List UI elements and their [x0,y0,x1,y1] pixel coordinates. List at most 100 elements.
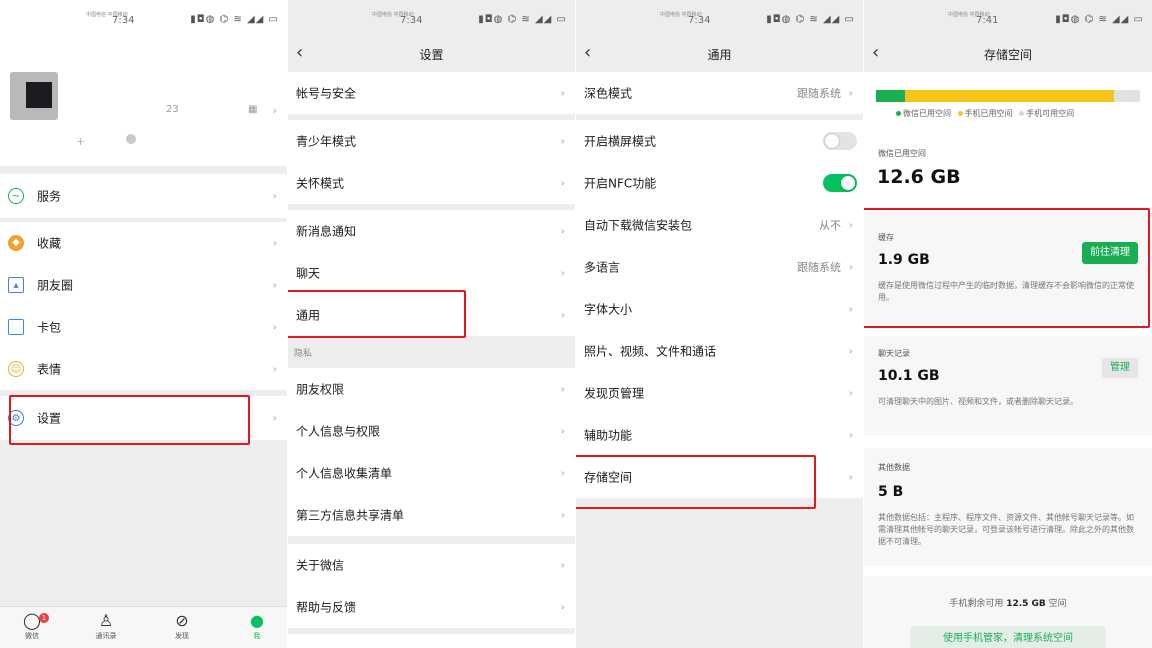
general-item-landscape[interactable]: 开启横屏模式 [576,120,863,162]
highlight-storage [576,455,816,509]
page-title: 存储空间 [983,48,1032,62]
menu-item-cards[interactable]: 卡包 › [0,306,287,348]
general-item-font-size[interactable]: 字体大小 › [576,288,863,330]
menu-item-stickers[interactable]: ☺ 表情 › [0,348,287,390]
status-bar: 中国电信 中国移动 7:41 ▮◘◍ ⌬ ≋ ◢◢ ▭ [864,0,1152,40]
general-item-dark-mode[interactable]: 深色模式 跟随系统 › [576,72,863,114]
general-item-media[interactable]: 照片、视频、文件和通话 › [576,330,863,372]
general-item-discover-manage[interactable]: 发现页管理 › [576,372,863,414]
qr-code-icon[interactable]: ▦ [248,104,257,115]
moments-icon: ▴ [8,277,24,293]
chevron-right-icon: › [560,308,565,322]
chat-icon: ◯ [23,611,41,630]
tab-chats[interactable]: ◯ 1 微信 [7,611,57,641]
landscape-toggle[interactable] [823,132,857,150]
wechat-used-label: 微信已用空间 [878,149,926,158]
storage-legend: 微信已用空间 手机已用空间 手机可用空间 [892,108,1074,119]
chevron-right-icon: › [272,278,277,292]
service-icon: ~ [8,188,24,204]
chevron-right-icon: › [272,320,277,334]
contacts-icon: ♙ [98,611,114,630]
settings-item-label: 朋友权限 [296,382,345,397]
general-item-value: 跟随系统 [797,261,841,274]
chevron-right-icon: › [560,134,565,148]
storage-summary: 微信已用空间 手机已用空间 手机可用空间 微信已用空间 12.6 GB [864,72,1152,200]
settings-item-personal-info[interactable]: 个人信息与权限 › [288,410,575,452]
chevron-right-icon: › [848,218,853,232]
menu-item-service[interactable]: ~ 服务 › [0,174,287,218]
general-item-label: 自动下载微信安装包 [584,218,693,233]
general-item-language[interactable]: 多语言 跟随系统 › [576,246,863,288]
status-icons: ▮◘◍ ⌬ ≋ ◢◢ ▭ [478,14,567,25]
add-status-button[interactable]: ＋ [76,135,85,148]
manage-chat-history-button[interactable]: 管理 [1102,358,1138,378]
clean-system-space-button[interactable]: 使用手机管家，清理系统空间 [910,626,1106,648]
settings-item-third-party-sharing[interactable]: 第三方信息共享清单 › [288,494,575,536]
tab-contacts[interactable]: ♙ 通讯录 [81,611,131,641]
nav-bar: ‹ 设置 [288,40,575,72]
chevron-right-icon: › [560,176,565,190]
page-title: 设置 [419,48,444,62]
unread-badge: 1 [39,613,49,623]
favorites-icon: ◆ [8,235,24,251]
menu-item-label: 服务 [37,189,62,204]
settings-item-chat[interactable]: 聊天 › [288,252,575,294]
settings-item-notifications[interactable]: 新消息通知 › [288,210,575,252]
general-item-value: 跟随系统 [797,87,841,100]
avatar[interactable] [10,72,58,120]
tab-me[interactable]: ● 我 [232,611,282,641]
profile-header[interactable]: 中国电信 中国移动 7:34 ▮◘◍ ⌬ ≋ ◢◢ ▭ 23 ▦ › ＋ [0,0,287,166]
wechat-used-size: 12.6 GB [877,166,961,188]
chevron-right-icon: › [560,382,565,396]
status-time: 7:34 [688,15,711,26]
settings-item-friend-permissions[interactable]: 朋友权限 › [288,368,575,410]
tab-discover[interactable]: ⊘ 发现 [157,611,207,641]
settings-item-label: 个人信息与权限 [296,424,381,439]
status-icons: ▮◘◍ ⌬ ≋ ◢◢ ▭ [190,14,279,25]
settings-item-info-collection[interactable]: 个人信息收集清单 › [288,452,575,494]
general-screen: 中国电信 中国移动 7:34 ▮◘◍ ⌬ ≋ ◢◢ ▭ ‹ 通用 深色模式 跟随… [576,0,863,648]
settings-screen: 中国电信 中国移动 7:34 ▮◘◍ ⌬ ≋ ◢◢ ▭ ‹ 设置 帐号与安全 ›… [288,0,575,648]
settings-item-label: 聊天 [296,266,321,281]
settings-item-label: 个人信息收集清单 [296,466,393,481]
chevron-right-icon: › [848,260,853,274]
highlight-settings [9,395,250,445]
settings-item-partial [288,634,575,648]
status-icons: ▮◘◍ ⌬ ≋ ◢◢ ▭ [766,14,855,25]
general-item-nfc[interactable]: 开启NFC功能 [576,162,863,204]
general-item-value: 从不 [819,219,841,232]
settings-item-about[interactable]: 关于微信 › [288,544,575,586]
chevron-right-icon: › [560,508,565,522]
menu-item-label: 收藏 [37,236,62,251]
legend-item: 手机可用空间 [1026,109,1075,118]
other-data-title: 其他数据 [878,463,910,472]
settings-item-teen-mode[interactable]: 青少年模式 › [288,120,575,162]
menu-item-favorites[interactable]: ◆ 收藏 › [0,222,287,264]
legend-item: 微信已用空间 [903,109,951,118]
settings-item-care-mode[interactable]: 关怀模式 › [288,162,575,204]
menu-item-label: 朋友圈 [37,278,74,293]
nfc-toggle[interactable] [823,174,857,192]
chevron-right-icon: › [272,104,277,117]
remaining-text: 空间 [1048,599,1067,609]
status-bar: 中国电信 中国移动 7:34 ▮◘◍ ⌬ ≋ ◢◢ ▭ [576,0,863,40]
remaining-space-text: 手机剩余可用 12.5 GB 空间 [864,596,1152,609]
bar-segment-wechat [876,90,906,102]
chat-history-card: 聊天记录 10.1 GB 管理 可清理聊天中的图片、视频和文件，或者删除聊天记录… [864,336,1152,436]
other-data-card: 其他数据 5 B 其他数据包括：主程序、程序文件、资源文件、其他帐号聊天记录等。… [864,448,1152,566]
chevron-right-icon: › [272,362,277,376]
menu-item-moments[interactable]: ▴ 朋友圈 › [0,264,287,306]
general-item-accessibility[interactable]: 辅助功能 › [576,414,863,456]
general-item-label: 照片、视频、文件和通话 [584,344,717,359]
general-item-auto-download[interactable]: 自动下载微信安装包 从不 › [576,204,863,246]
page-title: 通用 [707,48,732,62]
settings-item-account-security[interactable]: 帐号与安全 › [288,72,575,114]
sticker-icon: ☺ [8,361,24,377]
friend-avatars-icon [126,134,136,144]
chevron-right-icon: › [560,224,565,238]
settings-item-label: 第三方信息共享清单 [296,508,405,523]
nav-bar: ‹ 存储空间 [864,40,1152,72]
settings-item-help[interactable]: 帮助与反馈 › [288,586,575,628]
chevron-right-icon: › [560,86,565,100]
menu-item-label: 表情 [37,362,62,377]
